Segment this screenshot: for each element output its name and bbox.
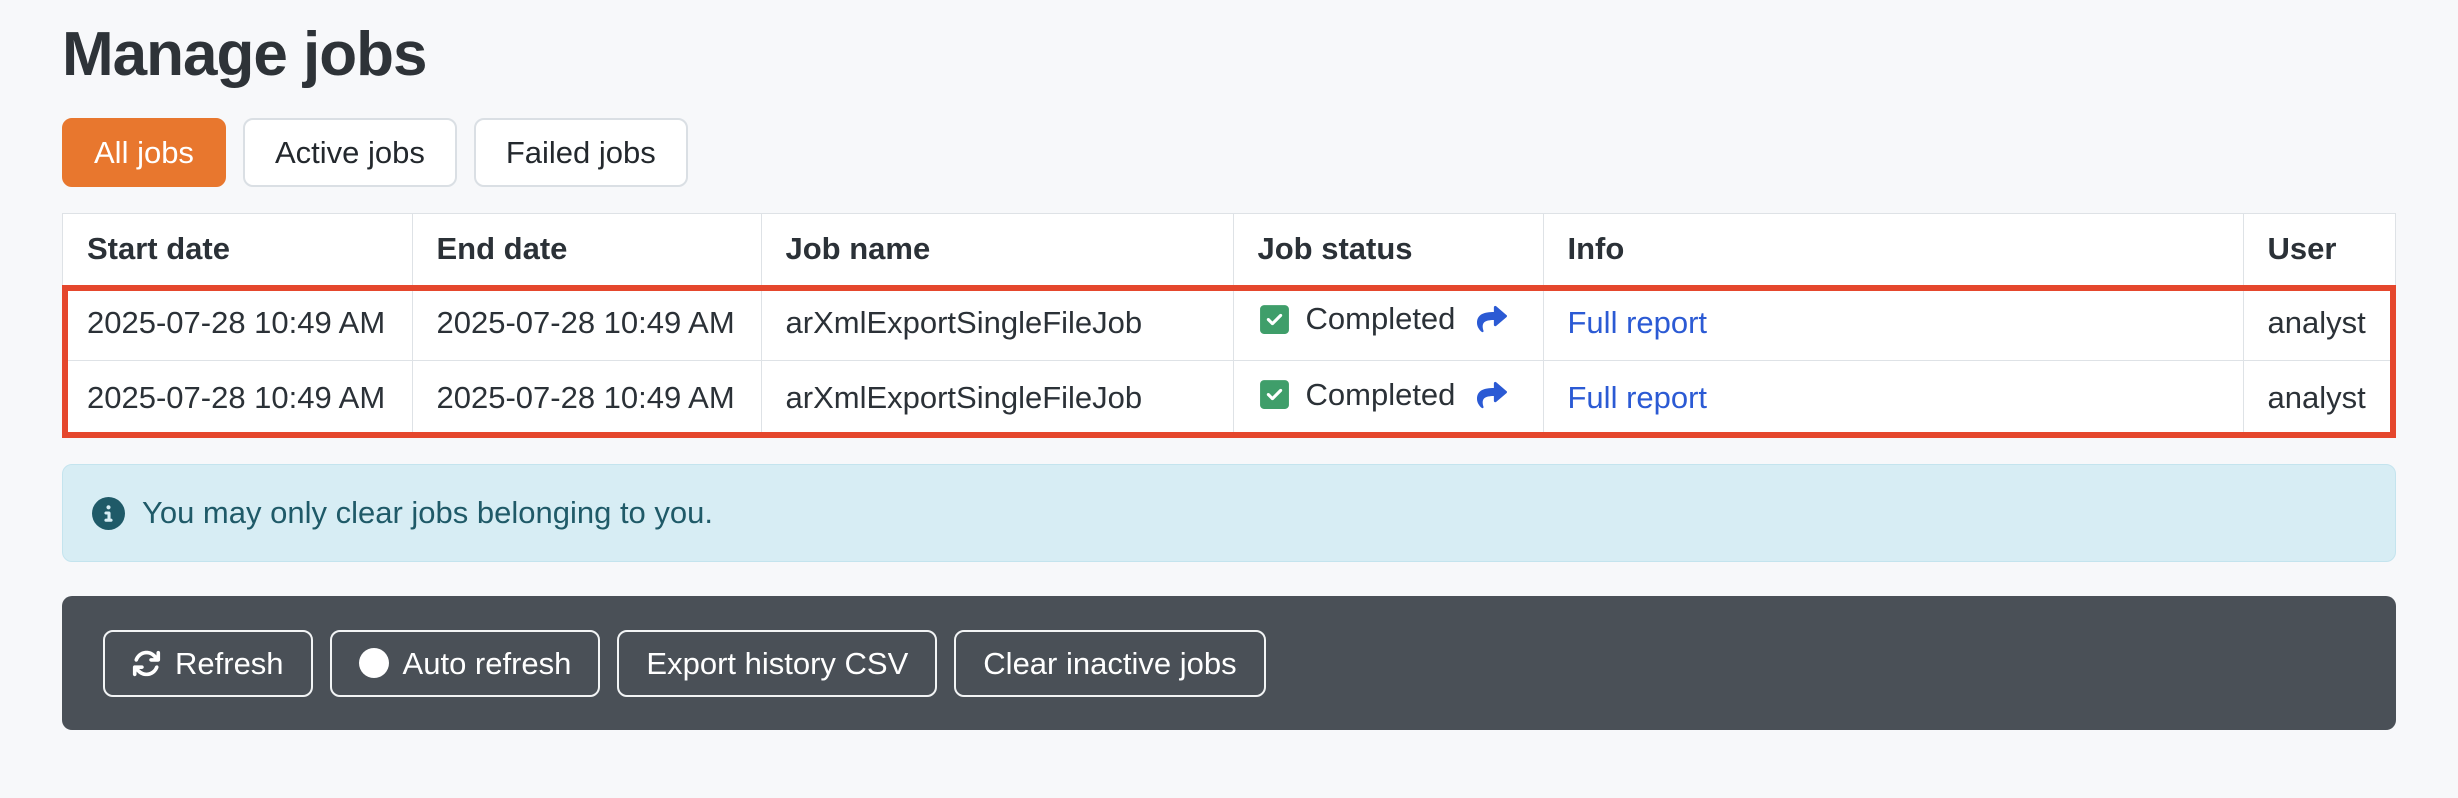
info-circle-icon [92, 497, 125, 530]
full-report-link[interactable]: Full report [1568, 305, 1708, 340]
info-alert: You may only clear jobs belonging to you… [62, 464, 2396, 562]
job-status-label: Completed [1306, 301, 1456, 337]
job-name-cell: arXmlExportSingleFileJob [761, 285, 1233, 360]
start-date-cell: 2025-07-28 10:49 AM [63, 285, 412, 360]
export-history-csv-button-label: Export history CSV [646, 646, 908, 681]
user-cell: analyst [2243, 285, 2395, 360]
refresh-icon [132, 649, 161, 678]
column-header-user: User [2243, 214, 2395, 285]
end-date-cell: 2025-07-28 10:49 AM [412, 360, 761, 435]
table-header-row: Start date End date Job name Job status … [63, 214, 2395, 285]
filter-active-jobs-button[interactable]: Active jobs [243, 118, 457, 187]
job-row: 2025-07-28 10:49 AM 2025-07-28 10:49 AM … [63, 285, 2395, 360]
job-status-cell: Completed [1233, 285, 1543, 360]
job-status-cell: Completed [1233, 360, 1543, 435]
job-status-label: Completed [1306, 377, 1456, 413]
clear-inactive-jobs-button[interactable]: Clear inactive jobs [954, 630, 1265, 697]
jobs-table: Start date End date Job name Job status … [62, 213, 2396, 436]
job-row: 2025-07-28 10:49 AM 2025-07-28 10:49 AM … [63, 360, 2395, 435]
column-header-start-date: Start date [63, 214, 412, 285]
end-date-cell: 2025-07-28 10:49 AM [412, 285, 761, 360]
auto-refresh-button-label: Auto refresh [403, 646, 572, 681]
full-report-link[interactable]: Full report [1568, 380, 1708, 415]
alert-text: You may only clear jobs belonging to you… [142, 495, 713, 531]
filter-failed-jobs-button[interactable]: Failed jobs [474, 118, 688, 187]
clear-inactive-jobs-button-label: Clear inactive jobs [983, 646, 1236, 681]
column-header-end-date: End date [412, 214, 761, 285]
share-arrow-icon[interactable] [1470, 380, 1510, 410]
info-cell: Full report [1543, 285, 2243, 360]
check-square-icon [1258, 303, 1291, 336]
column-header-info: Info [1543, 214, 2243, 285]
column-header-job-name: Job name [761, 214, 1233, 285]
filter-all-jobs-button[interactable]: All jobs [62, 118, 226, 187]
page-title: Manage jobs [62, 20, 2396, 90]
share-arrow-icon[interactable] [1470, 304, 1510, 334]
record-circle-icon [359, 648, 389, 678]
refresh-button[interactable]: Refresh [103, 630, 313, 697]
auto-refresh-button[interactable]: Auto refresh [330, 630, 601, 697]
column-header-job-status: Job status [1233, 214, 1543, 285]
manage-jobs-page: Manage jobs All jobs Active jobs Failed … [0, 20, 2458, 798]
user-cell: analyst [2243, 360, 2395, 435]
export-history-csv-button[interactable]: Export history CSV [617, 630, 937, 697]
check-square-icon [1258, 378, 1291, 411]
job-name-cell: arXmlExportSingleFileJob [761, 360, 1233, 435]
refresh-button-label: Refresh [175, 646, 284, 681]
start-date-cell: 2025-07-28 10:49 AM [63, 360, 412, 435]
actions-toolbar: Refresh Auto refresh Export history CSV … [62, 596, 2396, 730]
job-filter-tabs: All jobs Active jobs Failed jobs [62, 118, 2396, 187]
info-cell: Full report [1543, 360, 2243, 435]
